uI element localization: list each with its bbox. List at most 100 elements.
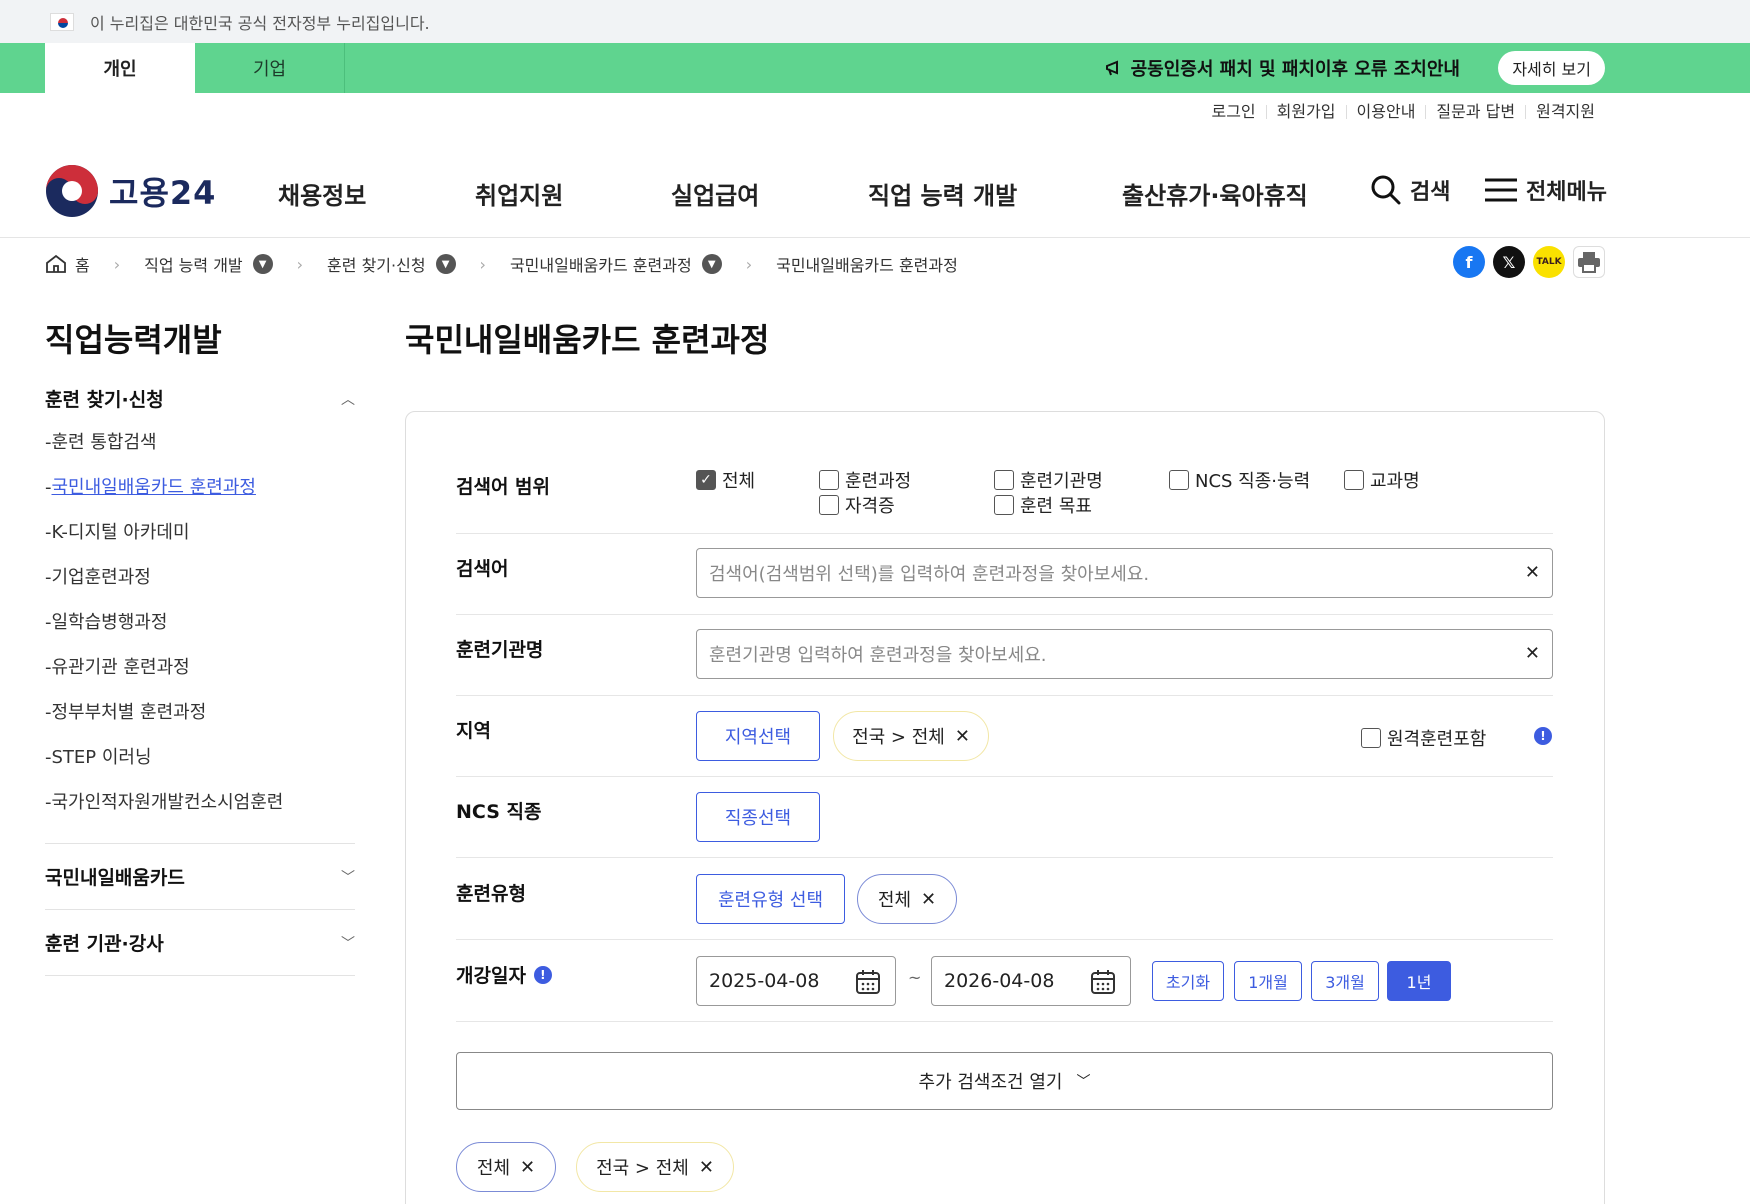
start-date-input[interactable]: 2025-04-08 <box>696 956 896 1006</box>
detail-button[interactable]: 자세히 보기 <box>1498 51 1605 85</box>
selected-chip-region[interactable]: 전국 > 전체 ✕ <box>576 1142 734 1192</box>
lnb-item-step[interactable]: -STEP 이러닝 <box>45 747 355 792</box>
search-button[interactable]: 검색 <box>1370 174 1450 206</box>
home-icon <box>46 254 66 273</box>
lnb-group-national-card[interactable]: 국민내일배움카드 ﹀ <box>45 843 355 909</box>
breadcrumb-item-2[interactable]: 훈련 찾기·신청 ▼ <box>327 252 456 276</box>
scope-course-checkbox[interactable]: 훈련과정 <box>819 467 911 493</box>
training-type-select-button[interactable]: 훈련유형 선택 <box>696 874 845 924</box>
clear-icon[interactable]: ✕ <box>1525 643 1540 664</box>
keyword-input[interactable]: 검색어(검색범위 선택)를 입력하여 훈련과정을 찾아보세요. ✕ <box>696 548 1553 598</box>
lnb-item-ministry[interactable]: -정부부처별 훈련과정 <box>45 702 355 747</box>
end-date-input[interactable]: 2026-04-08 <box>931 956 1131 1006</box>
lnb-item-label: 정부부처별 훈련과정 <box>51 702 207 723</box>
scope-all-checkbox[interactable]: ✓ 전체 <box>696 467 755 493</box>
lnb-group-training-search[interactable]: 훈련 찾기·신청 ︿ <box>45 385 355 412</box>
tab-personal[interactable]: 개인 <box>45 43 195 93</box>
period-reset-button[interactable]: 초기화 <box>1152 961 1224 1001</box>
close-icon[interactable]: ✕ <box>520 1157 535 1178</box>
kakaotalk-icon[interactable]: TALK <box>1533 246 1565 278</box>
scope-certificate-checkbox[interactable]: 자격증 <box>819 492 895 518</box>
info-icon[interactable]: ! <box>1534 727 1552 745</box>
util-links: 로그인 회원가입 이용안내 질문과 답변 원격지원 <box>1201 104 1605 120</box>
region-select-button[interactable]: 지역선택 <box>696 711 820 761</box>
qna-link[interactable]: 질문과 답변 <box>1425 104 1525 120</box>
search-panel: 검색어 범위 ✓ 전체 훈련과정 자격증 훈련기관명 훈련 목표 NCS 직종·능… <box>405 411 1605 1204</box>
breadcrumb-item-3[interactable]: 국민내일배움카드 훈련과정 ▼ <box>510 252 722 276</box>
signup-link[interactable]: 회원가입 <box>1265 104 1346 120</box>
chevron-up-icon: ︿ <box>341 391 355 408</box>
lnb-item-national-card[interactable]: -국민내일배움카드 훈련과정 <box>45 477 355 522</box>
clear-icon[interactable]: ✕ <box>1525 562 1540 583</box>
print-icon[interactable] <box>1573 246 1605 278</box>
login-link[interactable]: 로그인 <box>1201 104 1265 120</box>
chip-label: 전체 <box>877 890 912 911</box>
scope-ncs-checkbox[interactable]: NCS 직종·능력 <box>1169 467 1310 493</box>
more-conditions-label: 추가 검색조건 열기 <box>918 1072 1063 1093</box>
notice[interactable]: 공동인증서 패치 및 패치이후 오류 조치안내 <box>1105 43 1460 93</box>
scope-institution-checkbox[interactable]: 훈련기관명 <box>994 467 1103 493</box>
region-chip[interactable]: 전국 > 전체 ✕ <box>833 711 989 761</box>
selected-chip-type[interactable]: 전체 ✕ <box>456 1142 556 1192</box>
chip-label: 전체 <box>476 1158 511 1179</box>
chevron-down-icon: ﹀ <box>341 935 355 952</box>
chevron-down-icon[interactable]: ▼ <box>701 254 722 274</box>
breadcrumb-item-1[interactable]: 직업 능력 개발 ▼ <box>144 252 273 276</box>
menu-employment-support[interactable]: 취업지원 <box>475 176 563 211</box>
ncs-select-button[interactable]: 직종선택 <box>696 792 820 842</box>
tab-business[interactable]: 기업 <box>195 43 345 93</box>
menu-vocational-training[interactable]: 직업 능력 개발 <box>868 176 1017 211</box>
x-icon[interactable]: 𝕏 <box>1493 246 1525 278</box>
chevron-right-icon: › <box>113 254 121 274</box>
lnb-group-label: 훈련 기관·강사 <box>45 933 164 955</box>
menu-maternity-leave[interactable]: 출산휴가·육아휴직 <box>1122 176 1308 211</box>
chevron-down-icon[interactable]: ▼ <box>252 254 273 274</box>
lnb-items: -훈련 통합검색 -국민내일배움카드 훈련과정 -K-디지털 아카데미 -기업훈… <box>45 432 355 837</box>
calendar-icon[interactable] <box>855 969 881 995</box>
remote-support-link[interactable]: 원격지원 <box>1525 104 1605 120</box>
breadcrumb: 홈 › 직업 능력 개발 ▼ › 훈련 찾기·신청 ▼ › 국민내일배움카드 훈… <box>45 252 958 276</box>
scope-subject-checkbox[interactable]: 교과명 <box>1344 467 1420 493</box>
guide-link[interactable]: 이용안내 <box>1345 104 1426 120</box>
lnb-item-label: 국가인적자원개발컨소시엄훈련 <box>51 792 284 813</box>
close-icon[interactable]: ✕ <box>921 889 936 910</box>
lnb-group-institution[interactable]: 훈련 기관·강사 ﹀ <box>45 909 355 975</box>
lnb-group-label: 국민내일배움카드 <box>45 867 185 889</box>
menu-unemployment-benefit[interactable]: 실업급여 <box>671 176 759 211</box>
chevron-down-icon[interactable]: ▼ <box>435 254 456 274</box>
info-icon[interactable]: ! <box>533 965 552 984</box>
megaphone-icon <box>1105 60 1118 76</box>
close-icon[interactable]: ✕ <box>699 1157 714 1178</box>
more-conditions-button[interactable]: 추가 검색조건 열기 ﹀ <box>456 1052 1553 1110</box>
lnb-item-k-digital[interactable]: -K-디지털 아카데미 <box>45 522 355 567</box>
training-type-chip[interactable]: 전체 ✕ <box>857 874 957 924</box>
institution-row: 훈련기관명 훈련기관명 입력하여 훈련과정을 찾아보세요. ✕ <box>456 615 1553 696</box>
hamburger-icon <box>1485 178 1517 202</box>
period-3month-button[interactable]: 3개월 <box>1311 961 1379 1001</box>
period-1month-button[interactable]: 1개월 <box>1234 961 1302 1001</box>
institution-input[interactable]: 훈련기관명 입력하여 훈련과정을 찾아보세요. ✕ <box>696 629 1553 679</box>
chevron-right-icon: › <box>745 254 753 274</box>
main-nav: 고용24 채용정보 취업지원 실업급여 직업 능력 개발 출산휴가·육아휴직 검… <box>0 150 1750 238</box>
lnb-item-integrated-search[interactable]: -훈련 통합검색 <box>45 432 355 477</box>
logo-text: 고용24 <box>109 174 217 212</box>
scope-goal-checkbox[interactable]: 훈련 목표 <box>994 492 1092 518</box>
breadcrumb-item-label: 국민내일배움카드 훈련과정 <box>776 256 958 275</box>
period-1year-button[interactable]: 1년 <box>1387 961 1451 1001</box>
search-icon <box>1371 175 1401 205</box>
breadcrumb-home[interactable]: 홈 <box>45 252 90 276</box>
region-row: 지역 지역선택 전국 > 전체 ✕ 원격훈련포함 ! <box>456 696 1553 777</box>
remote-training-checkbox[interactable]: 원격훈련포함 <box>1361 725 1486 751</box>
training-type-label: 훈련유형 <box>456 883 526 905</box>
lnb-item-related-agency[interactable]: -유관기관 훈련과정 <box>45 657 355 702</box>
logo[interactable]: 고용24 <box>45 164 216 218</box>
facebook-icon[interactable]: f <box>1453 246 1485 278</box>
menu-jobs[interactable]: 채용정보 <box>278 176 366 211</box>
scope-label: 검색어 범위 <box>456 476 551 498</box>
lnb-item-corporate[interactable]: -기업훈련과정 <box>45 567 355 612</box>
lnb-item-consortium[interactable]: -국가인적자원개발컨소시엄훈련 <box>45 792 355 837</box>
calendar-icon[interactable] <box>1090 969 1116 995</box>
close-icon[interactable]: ✕ <box>955 726 970 747</box>
all-menu-button[interactable]: 전체메뉴 <box>1484 174 1607 206</box>
lnb-item-work-study[interactable]: -일학습병행과정 <box>45 612 355 657</box>
